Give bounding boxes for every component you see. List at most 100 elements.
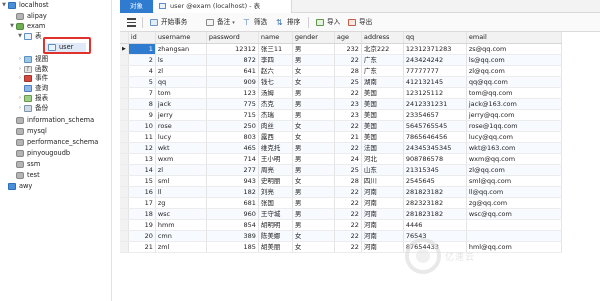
cell-age[interactable]: 22 — [334, 54, 362, 66]
cell-address[interactable]: 河南 — [361, 241, 404, 253]
row-marker[interactable] — [120, 186, 129, 198]
cell-age[interactable]: 22 — [334, 230, 362, 242]
cell-email[interactable]: tom@qq.com — [466, 87, 562, 99]
cell-qq[interactable]: 7865646456 — [403, 131, 467, 143]
cell-username[interactable]: hmm — [155, 219, 207, 231]
cell-gender[interactable]: 男 — [292, 219, 335, 231]
column-header-email[interactable]: email — [466, 32, 562, 44]
row-marker[interactable] — [120, 98, 129, 110]
cell-id[interactable]: 17 — [128, 197, 156, 209]
cell-qq[interactable]: 23354657 — [403, 109, 467, 121]
nav-item-events[interactable]: › 事件 — [0, 74, 112, 83]
cell-email[interactable]: lucy@qq.com — [466, 131, 562, 143]
cell-name[interactable]: 王小明 — [258, 153, 293, 165]
cell-email[interactable]: wkt@163.com — [466, 142, 562, 154]
cell-address[interactable]: 广东 — [361, 65, 404, 77]
cell-id[interactable]: 8 — [128, 98, 156, 110]
cell-password[interactable]: 389 — [206, 230, 259, 242]
cell-name[interactable]: 张三11 — [258, 43, 293, 55]
nav-item-queries[interactable]: 查询 — [0, 84, 112, 93]
cell-username[interactable]: rose — [155, 120, 207, 132]
table-row[interactable]: 2 ls 872 李四男 22 广东 243424242 ls@qq.com — [120, 54, 562, 66]
chevron-down-icon[interactable]: ▼ — [1, 1, 7, 10]
cell-password[interactable]: 465 — [206, 142, 259, 154]
cell-password[interactable]: 641 — [206, 65, 259, 77]
cell-name[interactable]: 赵六 — [258, 65, 293, 77]
row-marker[interactable] — [120, 87, 129, 99]
cell-qq[interactable]: 24345345345 — [403, 142, 467, 154]
cell-qq[interactable]: 2412331231 — [403, 98, 467, 110]
cell-email[interactable]: jerry@qq.com — [466, 109, 562, 121]
cell-password[interactable]: 250 — [206, 120, 259, 132]
cell-address[interactable]: 美国 — [361, 87, 404, 99]
cell-email[interactable]: zl@qq.com — [466, 65, 562, 77]
cell-gender[interactable]: 男 — [292, 153, 335, 165]
column-header-age[interactable]: age — [334, 32, 362, 44]
cell-name[interactable]: 李四 — [258, 54, 293, 66]
cell-password[interactable]: 872 — [206, 54, 259, 66]
nav-item-backups[interactable]: › 备份 — [0, 104, 112, 113]
chevron-down-icon[interactable]: ▼ — [9, 22, 15, 31]
cell-username[interactable]: jack — [155, 98, 207, 110]
cell-name[interactable]: 胡美丽 — [258, 241, 293, 253]
cell-gender[interactable]: 女 — [292, 76, 335, 88]
data-grid[interactable]: id username password name gender age add… — [120, 32, 600, 301]
cell-gender[interactable]: 男 — [292, 54, 335, 66]
cell-password[interactable]: 715 — [206, 109, 259, 121]
cell-age[interactable]: 22 — [334, 208, 362, 220]
cell-age[interactable]: 28 — [334, 65, 362, 77]
cell-qq[interactable]: 281823182 — [403, 208, 467, 220]
cell-username[interactable]: ls — [155, 54, 207, 66]
cell-gender[interactable]: 女 — [292, 241, 335, 253]
cell-password[interactable]: 277 — [206, 164, 259, 176]
cell-address[interactable]: 美国 — [361, 131, 404, 143]
nav-item-localhost[interactable]: ▼ localhost — [0, 1, 112, 10]
cell-age[interactable]: 28 — [334, 175, 362, 187]
cell-address[interactable]: 河南 — [361, 230, 404, 242]
table-row[interactable]: 9 jerry 715 杰瑞男 23 美国 23354657 jerry@qq.com — [120, 109, 562, 121]
cell-age[interactable]: 23 — [334, 109, 362, 121]
row-marker[interactable] — [120, 219, 129, 231]
cell-gender[interactable]: 男 — [292, 164, 335, 176]
cell-address[interactable]: 山东 — [361, 164, 404, 176]
cell-password[interactable]: 909 — [206, 76, 259, 88]
cell-age[interactable]: 22 — [334, 87, 362, 99]
cell-username[interactable]: jerry — [155, 109, 207, 121]
chevron-right-icon[interactable]: › — [17, 104, 23, 113]
cell-name[interactable]: 钱七 — [258, 76, 293, 88]
cell-name[interactable]: 杰瑞 — [258, 109, 293, 121]
cell-gender[interactable]: 女 — [292, 230, 335, 242]
cell-gender[interactable]: 男 — [292, 87, 335, 99]
cell-id[interactable]: 12 — [128, 142, 156, 154]
cell-id[interactable]: 20 — [128, 230, 156, 242]
cell-name[interactable]: 维克托 — [258, 142, 293, 154]
cell-id[interactable]: 16 — [128, 186, 156, 198]
nav-item-pinyougoudb[interactable]: pinyougoudb — [0, 149, 112, 158]
cell-age[interactable]: 22 — [334, 241, 362, 253]
row-marker[interactable] — [120, 164, 129, 176]
filter-button[interactable]: ⊤ 筛选 — [243, 17, 267, 28]
column-header-qq[interactable]: qq — [403, 32, 467, 44]
cell-address[interactable]: 河北 — [361, 153, 404, 165]
table-row[interactable]: 8 jack 775 杰克男 23 美国 2412331231 jack@163.com — [120, 98, 562, 110]
cell-name[interactable]: 肉丝 — [258, 120, 293, 132]
cell-qq[interactable]: 12312371283 — [403, 43, 467, 55]
cell-email[interactable] — [466, 219, 562, 231]
column-header-username[interactable]: username — [155, 32, 207, 44]
cell-email[interactable]: wxm@qq.com — [466, 153, 562, 165]
cell-id[interactable]: 7 — [128, 87, 156, 99]
row-marker[interactable] — [120, 153, 129, 165]
cell-name[interactable]: 杰克 — [258, 98, 293, 110]
cell-password[interactable]: 123 — [206, 87, 259, 99]
cell-username[interactable]: zl — [155, 164, 207, 176]
cell-password[interactable]: 803 — [206, 131, 259, 143]
cell-id[interactable]: 1 — [128, 43, 156, 55]
export-button[interactable]: 导出 — [348, 17, 372, 28]
cell-age[interactable]: 22 — [334, 120, 362, 132]
table-row[interactable]: 7 tom 123 汤姆男 22 美国 123125112 tom@qq.com — [120, 87, 562, 99]
cell-name[interactable]: 露西 — [258, 131, 293, 143]
cell-age[interactable]: 22 — [334, 219, 362, 231]
cell-qq[interactable]: 282323182 — [403, 197, 467, 209]
cell-password[interactable]: 775 — [206, 98, 259, 110]
cell-username[interactable]: cmn — [155, 230, 207, 242]
